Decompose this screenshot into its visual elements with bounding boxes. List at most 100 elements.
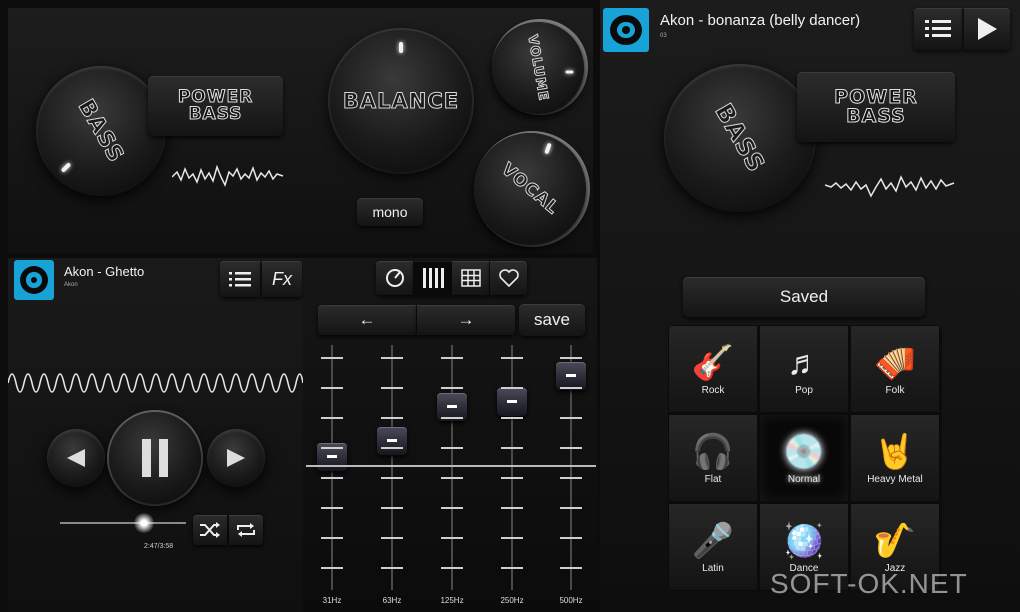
- right-track-subtitle: 03: [660, 33, 667, 39]
- preset-pop-label: Pop: [795, 384, 813, 396]
- bass-knob[interactable]: BASS: [36, 66, 166, 196]
- balance-knob[interactable]: BALANCE: [330, 30, 472, 172]
- eq-tick: [321, 447, 343, 449]
- seek-bar[interactable]: [60, 522, 186, 524]
- right-power-bass-button[interactable]: POWER BASS: [797, 72, 955, 142]
- eq-band-1[interactable]: [377, 345, 407, 590]
- next-button[interactable]: [207, 429, 265, 487]
- eq-next-button[interactable]: →: [417, 305, 515, 335]
- eq-band-2[interactable]: [437, 345, 467, 590]
- eq-band-3[interactable]: [497, 345, 527, 590]
- rock-hand-icon: 🤘: [873, 432, 917, 471]
- bass-waveform: [172, 164, 284, 188]
- eq-tick: [381, 447, 403, 449]
- preset-rock[interactable]: 🎸 Rock: [668, 325, 758, 413]
- tab-grid[interactable]: [452, 261, 489, 295]
- tab-equalizer[interactable]: [414, 261, 451, 295]
- previous-icon: [67, 449, 85, 467]
- eq-tick: [381, 357, 403, 359]
- eq-center-line: [306, 465, 596, 467]
- left-album-art: [14, 260, 54, 300]
- eq-save-button[interactable]: save: [519, 304, 585, 336]
- eq-tick: [501, 357, 523, 359]
- eq-tick: [560, 567, 582, 569]
- heart-icon: [498, 269, 519, 287]
- left-waveform: [8, 373, 303, 393]
- preset-latin-label: Latin: [702, 562, 724, 574]
- eq-tick: [321, 507, 343, 509]
- preset-folk[interactable]: 🪗 Folk: [850, 325, 940, 413]
- play-icon: [978, 18, 997, 40]
- eq-band-0[interactable]: [317, 345, 347, 590]
- preset-grid: 🎸 Rock ♬ Pop 🪗 Folk 🎧 Flat 💿 Normal 🤘 He…: [668, 325, 942, 591]
- volume-knob[interactable]: VOLUME: [492, 22, 584, 114]
- preset-flat-label: Flat: [704, 473, 722, 485]
- eq-tick: [441, 477, 463, 479]
- eq-band-label-250hz: 250Hz: [500, 596, 524, 605]
- preset-flat[interactable]: 🎧 Flat: [668, 414, 758, 502]
- repeat-button[interactable]: [229, 515, 263, 545]
- left-track-title: Akon - Ghetto: [64, 264, 145, 279]
- tab-knobs[interactable]: [376, 261, 413, 295]
- vocal-knob[interactable]: VOCAL: [474, 133, 586, 245]
- eq-tick: [560, 537, 582, 539]
- eq-tick: [560, 357, 582, 359]
- shuffle-button[interactable]: [193, 515, 227, 545]
- eq-tick: [321, 387, 343, 389]
- left-track-subtitle: Akon: [64, 282, 78, 288]
- balance-knob-indicator: [399, 42, 403, 53]
- left-playlist-button[interactable]: [220, 261, 260, 297]
- knob-icon: [385, 269, 404, 287]
- eq-tick: [501, 507, 523, 509]
- eq-tick: [560, 447, 582, 449]
- eq-tick: [321, 477, 343, 479]
- eq-band-thumb[interactable]: [377, 427, 407, 456]
- preset-heavy-metal[interactable]: 🤘 Heavy Metal: [850, 414, 940, 502]
- next-icon: [227, 449, 245, 467]
- eq-tick: [381, 537, 403, 539]
- eq-tick: [441, 537, 463, 539]
- eq-tick: [321, 417, 343, 419]
- tab-favorites[interactable]: [490, 261, 527, 295]
- eq-mode-tabs: [376, 261, 528, 297]
- right-playlist-button[interactable]: [914, 8, 962, 50]
- previous-button[interactable]: [47, 429, 105, 487]
- preset-normal-label: Normal: [787, 473, 821, 485]
- preset-rock-label: Rock: [701, 384, 725, 396]
- eq-tick: [501, 387, 523, 389]
- preset-pop[interactable]: ♬ Pop: [759, 325, 849, 413]
- saved-presets-button[interactable]: Saved: [683, 277, 925, 317]
- eq-tick: [381, 507, 403, 509]
- fx-button[interactable]: Fx: [262, 261, 302, 297]
- preset-normal[interactable]: 💿 Normal: [759, 414, 849, 502]
- eq-band-label-31hz: 31Hz: [322, 596, 342, 605]
- eq-band-label-63hz: 63Hz: [382, 596, 402, 605]
- eq-band-thumb[interactable]: [497, 388, 527, 417]
- preset-latin[interactable]: 🎤 Latin: [668, 503, 758, 591]
- preset-heavy-metal-label: Heavy Metal: [867, 473, 923, 485]
- seek-thumb[interactable]: [134, 513, 154, 533]
- eq-band-rail: [391, 345, 393, 590]
- list-icon: [229, 271, 251, 286]
- right-album-art: [603, 8, 649, 52]
- right-bass-knob[interactable]: BASS: [664, 64, 816, 212]
- playback-time: 2:47/3:58: [144, 543, 174, 550]
- eq-band-label-500hz: 500Hz: [559, 596, 583, 605]
- guitar-icon: 🎸: [691, 343, 735, 382]
- volume-knob-label: VOLUME: [524, 33, 552, 103]
- power-bass-button[interactable]: POWER BASS: [148, 76, 283, 136]
- right-play-button[interactable]: [964, 8, 1010, 50]
- eq-tick: [321, 537, 343, 539]
- mono-button[interactable]: mono: [357, 198, 423, 226]
- eq-previous-button[interactable]: ←: [318, 305, 416, 335]
- eq-band-4[interactable]: [556, 345, 586, 590]
- eq-band-rail: [451, 345, 453, 590]
- equalizer-icon: [422, 268, 444, 288]
- eq-tick: [441, 447, 463, 449]
- pause-button[interactable]: [109, 412, 201, 504]
- eq-tick: [441, 567, 463, 569]
- eq-tick: [560, 507, 582, 509]
- eq-tick: [321, 567, 343, 569]
- eq-band-rail: [511, 345, 513, 590]
- eq-tick: [501, 477, 523, 479]
